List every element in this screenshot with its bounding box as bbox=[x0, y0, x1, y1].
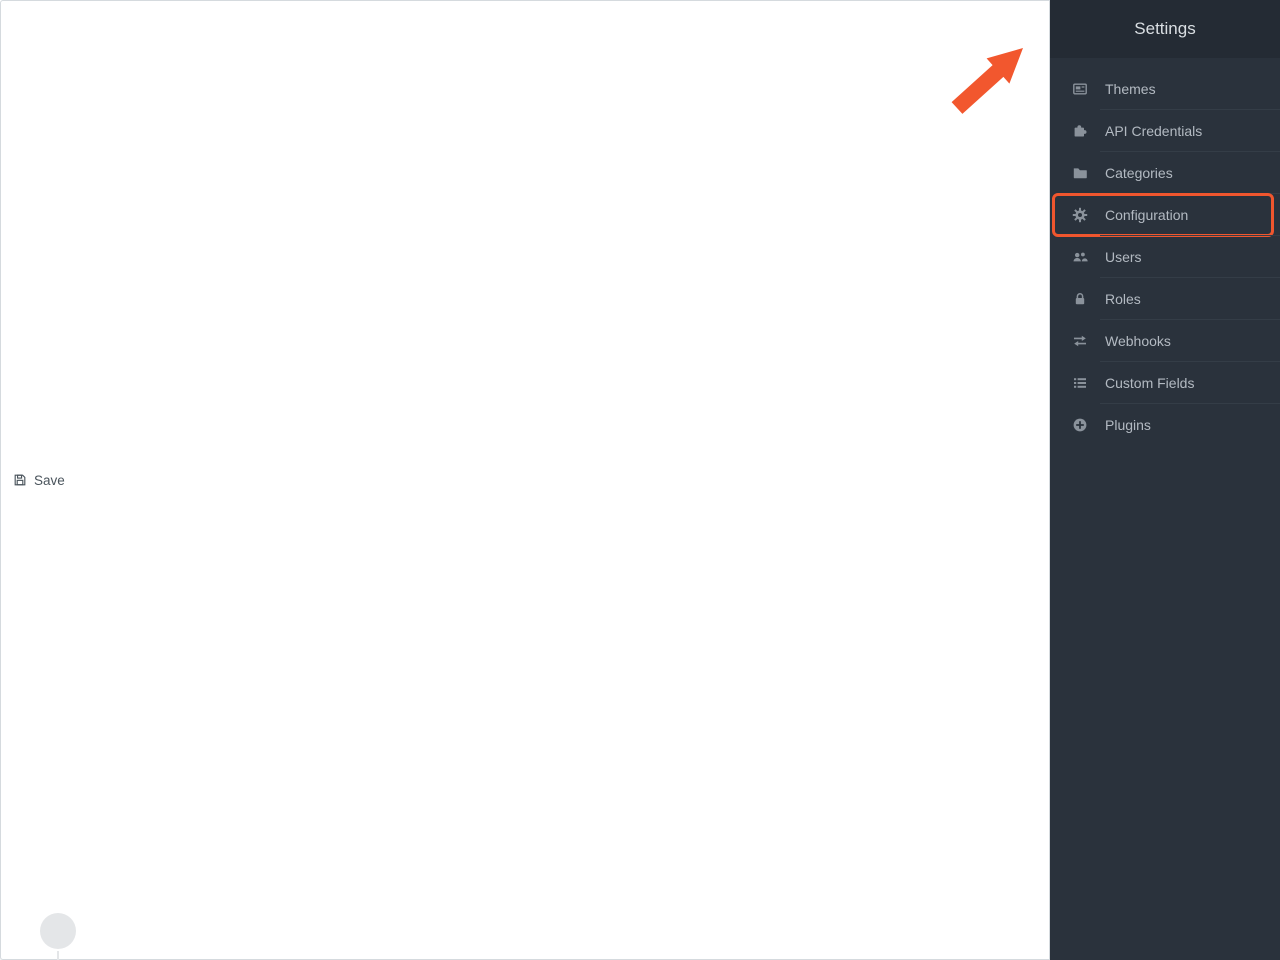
sidebar-item-custom-fields[interactable]: Custom Fields bbox=[1050, 362, 1280, 404]
sidebar-item-themes[interactable]: Themes bbox=[1050, 68, 1280, 110]
sidebar-title: Settings bbox=[1050, 0, 1280, 58]
sidebar-item-webhooks[interactable]: Webhooks bbox=[1050, 320, 1280, 362]
sidebar-item-roles[interactable]: Roles bbox=[1050, 278, 1280, 320]
sidebar-item-configuration[interactable]: Configuration bbox=[1050, 194, 1280, 236]
sidebar-menu: Themes API Credentials Categories Config… bbox=[1050, 58, 1280, 446]
list-icon bbox=[1072, 375, 1090, 391]
floppy-disk-icon bbox=[13, 473, 27, 487]
sidebar-item-users[interactable]: Users bbox=[1050, 236, 1280, 278]
folder-icon bbox=[1072, 165, 1090, 181]
save-button-group: Save ▼ bbox=[1006, 80, 1037, 105]
main-area: ? Extend Trial ? Guided Tour Dashboard bbox=[0, 0, 1050, 960]
sidebar-item-categories[interactable]: Categories bbox=[1050, 152, 1280, 194]
page-header: Dashboard Save ▼ bbox=[0, 60, 1050, 125]
exchange-arrows-icon bbox=[1072, 333, 1090, 349]
lock-icon bbox=[1072, 291, 1090, 307]
sidebar-item-api-credentials[interactable]: API Credentials bbox=[1050, 110, 1280, 152]
sidebar-item-plugins[interactable]: Plugins bbox=[1050, 404, 1280, 446]
app-window: ? Extend Trial ? Guided Tour Dashboard bbox=[0, 0, 1280, 960]
newspaper-icon bbox=[1072, 81, 1090, 97]
users-icon bbox=[1072, 249, 1090, 265]
save-button[interactable]: Save bbox=[0, 0, 1050, 960]
puzzle-icon bbox=[1072, 123, 1090, 139]
timeline-line bbox=[57, 951, 59, 960]
gears-icon bbox=[1072, 207, 1090, 223]
settings-sidebar: Settings Themes API Credentials Categori… bbox=[1050, 0, 1280, 960]
plus-circle-icon bbox=[1072, 417, 1090, 433]
activity-avatar bbox=[40, 913, 76, 949]
